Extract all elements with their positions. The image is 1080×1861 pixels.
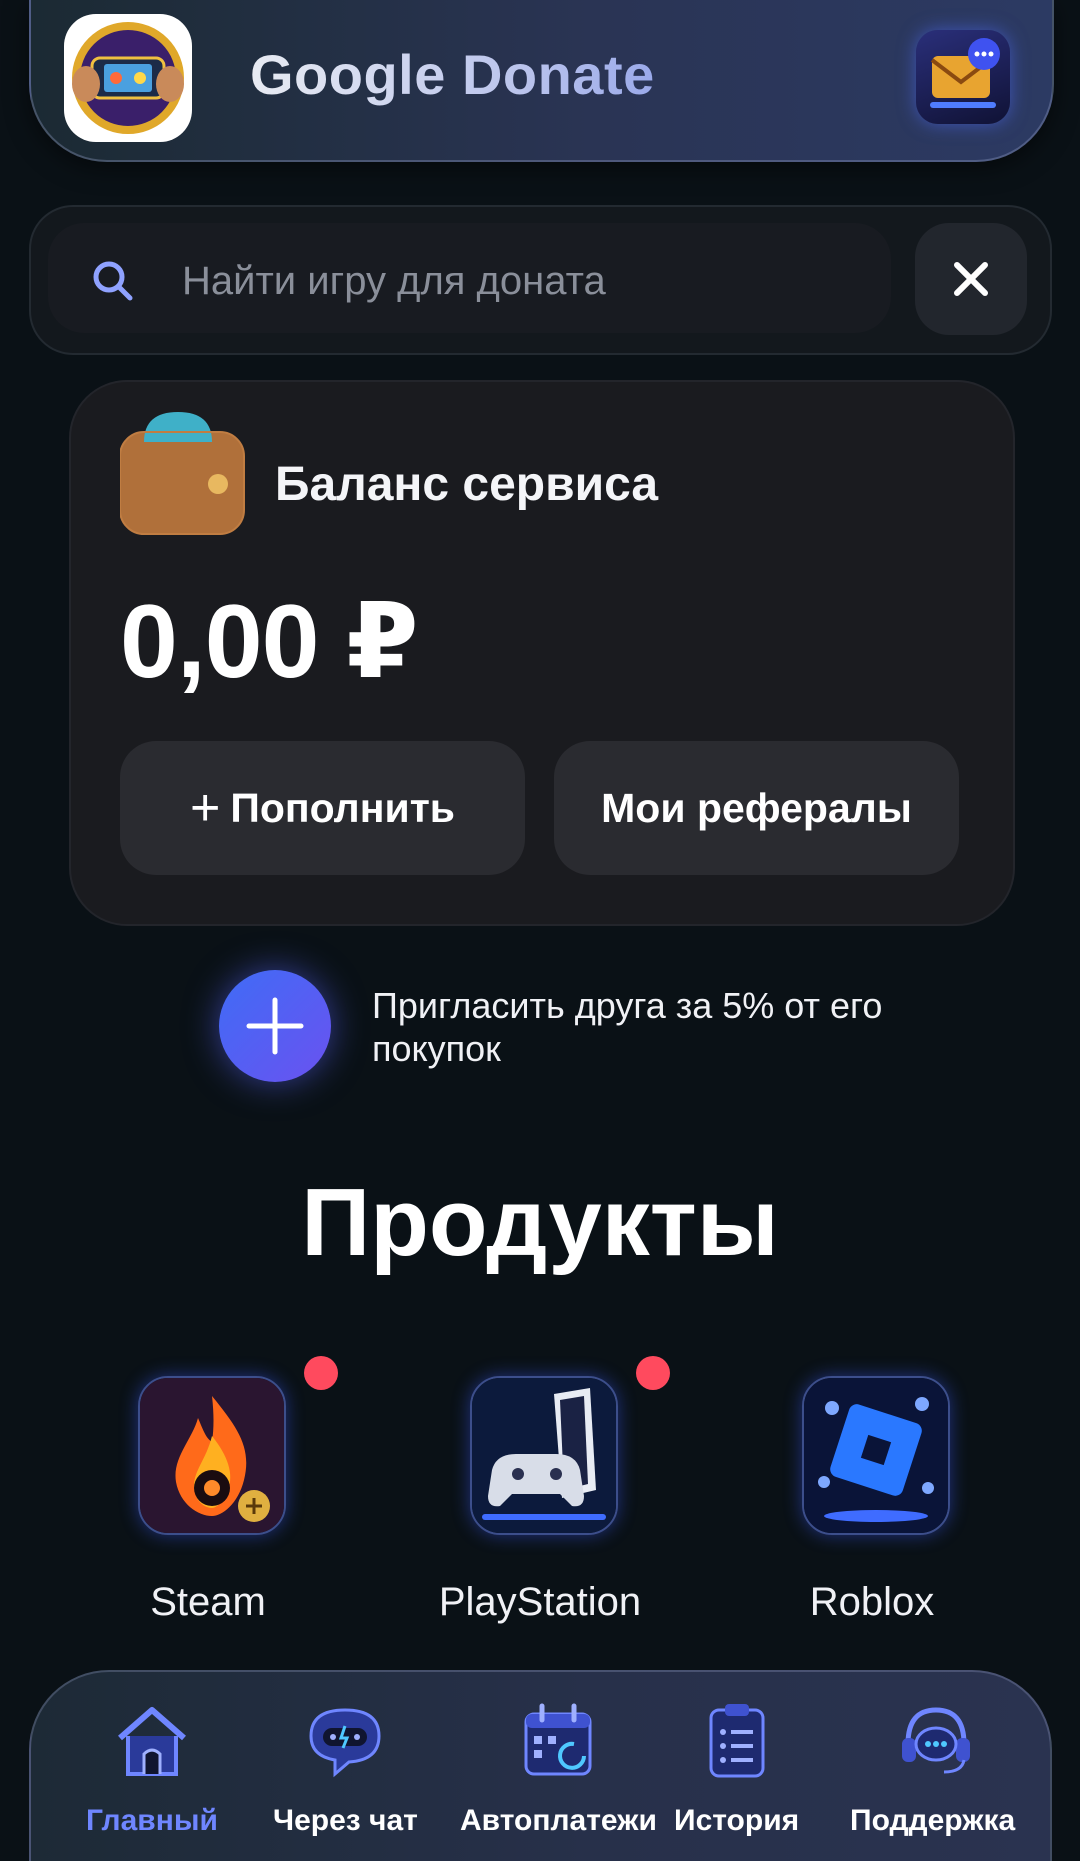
topup-label: Пополнить [230,784,455,831]
balance-title: Баланс сервиса [275,458,659,511]
topup-button[interactable]: + Пополнить [120,741,525,875]
clear-search-button[interactable] [915,223,1027,335]
product-label: Steam [150,1580,266,1624]
headset-icon [902,1707,970,1774]
nav-item-history[interactable]: История [672,1700,802,1840]
flame-icon [138,1376,286,1535]
wallet-icon [120,412,245,535]
notification-badge [636,1356,670,1390]
roblox-cube-icon [802,1376,950,1535]
product-label: PlayStation [438,1580,642,1624]
invite-friend-button[interactable] [219,970,331,1082]
nav-label: Поддержка [850,1804,1016,1837]
calendar-icon [524,1703,592,1776]
product-playstation[interactable]: PlayStation [390,1356,690,1636]
search-icon [93,261,133,301]
product-label: Roblox [809,1580,935,1624]
clipboard-list-icon [709,1704,765,1778]
nav-label: Автоплатежи [460,1804,657,1837]
nav-item-support[interactable]: Поддержка [848,1700,1023,1840]
mail-icon [930,38,1000,108]
nav-label: Через чат [273,1804,418,1837]
products-title: Продукты [301,1169,779,1276]
nav-item-home[interactable]: Главный [84,1700,220,1840]
nav-item-autopay[interactable]: Автоплатежи [458,1700,658,1840]
nav-label: Главный [86,1804,218,1837]
close-icon [954,262,988,296]
gamepad-icon [470,1376,618,1535]
app-logo-icon[interactable] [64,14,192,142]
nav-label: История [674,1804,800,1837]
product-steam[interactable]: Steam [58,1356,358,1636]
plus-icon [246,997,304,1055]
mail-button[interactable] [916,30,1010,124]
plus-icon: + [190,779,221,837]
nav-item-chat[interactable]: Через чат [270,1700,420,1840]
invite-text: Пригласить друга за 5% от его покупок [372,985,883,1069]
notification-badge [304,1356,338,1390]
home-icon [118,1707,186,1776]
app-title: Google Donate [250,43,655,106]
referrals-button[interactable]: Мои рефералы [554,741,959,875]
product-roblox[interactable]: Roblox [722,1376,1022,1636]
chat-gamepad-icon [309,1708,381,1778]
search-input[interactable] [180,250,874,312]
balance-amount: 0,00 ₽ [120,584,419,700]
referrals-label: Мои рефералы [601,784,912,831]
